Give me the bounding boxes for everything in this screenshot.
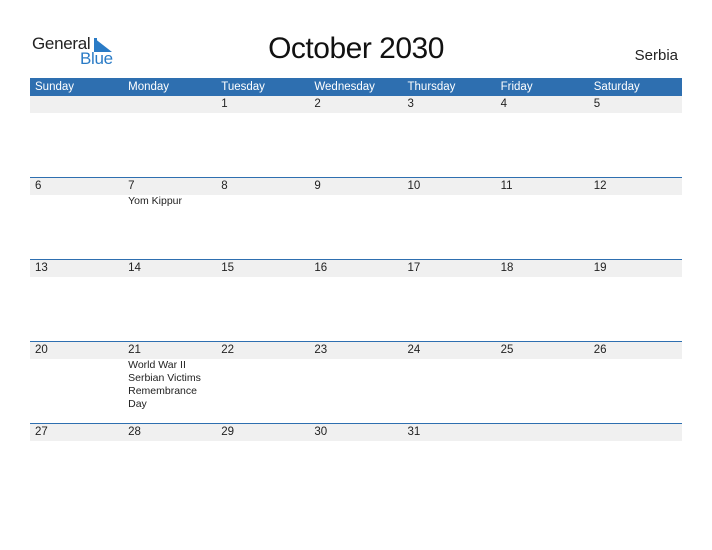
- week-cells: 27 28 29 30 31: [30, 424, 682, 441]
- week-row: 20 21 World War II Serbian Victims Remembran…: [30, 341, 682, 423]
- weeks-container: 1 2 3 4 5 6 7 Yom Kippur 8 9 10 11 12 13 14 15 16 17 18 19 2…: [30, 96, 682, 505]
- country-label: Serbia: [634, 47, 678, 64]
- day-cell: 13: [30, 260, 123, 277]
- holiday-label: Serbian Victims: [128, 372, 201, 384]
- day-cell: 12: [589, 178, 682, 208]
- day-number: 28: [128, 426, 141, 438]
- day-cell: 14: [123, 260, 216, 277]
- day-number: [594, 424, 682, 441]
- day-cell: 1: [216, 96, 309, 113]
- day-cell: 28: [123, 424, 216, 441]
- day-number: [128, 96, 216, 113]
- weekday-saturday: Saturday: [593, 81, 640, 93]
- week-cells: 1 2 3 4 5: [30, 96, 682, 113]
- day-number: 6: [35, 180, 42, 192]
- day-cell: 24: [403, 342, 496, 411]
- day-cell: [589, 424, 682, 441]
- day-number: [501, 424, 589, 441]
- holiday-label: Remembrance Day: [128, 385, 197, 410]
- day-cell: 4: [496, 96, 589, 113]
- day-number: 30: [314, 426, 328, 438]
- day-number: 26: [593, 344, 607, 356]
- weekday-header-row: Sunday Monday Tuesday Wednesday Thursday…: [30, 78, 682, 96]
- holiday-label: World War II: [128, 359, 186, 371]
- day-cell: 30: [309, 424, 402, 441]
- day-cell: 29: [216, 424, 309, 441]
- day-number: 5: [593, 98, 601, 110]
- day-number: 10: [407, 180, 421, 192]
- day-cell: 25: [496, 342, 589, 411]
- day-cell: 22: [216, 342, 309, 411]
- day-cell: 17: [403, 260, 496, 277]
- week-row: 27 28 29 30 31: [30, 423, 682, 505]
- day-cell: 9: [309, 178, 402, 208]
- day-cell: 31: [403, 424, 496, 441]
- day-number: 20: [35, 344, 48, 356]
- week-row: 6 7 Yom Kippur 8 9 10 11 12: [30, 177, 682, 259]
- week-cells: 13 14 15 16 17 18 19: [30, 260, 682, 277]
- weekday-thursday: Thursday: [407, 81, 456, 93]
- day-cell: 2: [309, 96, 402, 113]
- day-cell: 5: [589, 96, 682, 113]
- weekday-wednesday: Wednesday: [314, 81, 375, 93]
- day-number: 8: [221, 180, 228, 192]
- day-number: 1: [221, 98, 228, 110]
- day-number: 21: [128, 344, 141, 356]
- day-number: 9: [314, 180, 321, 192]
- day-number: 24: [407, 344, 421, 356]
- calendar-grid: Sunday Monday Tuesday Wednesday Thursday…: [30, 78, 682, 505]
- weekday-tuesday: Tuesday: [221, 81, 265, 93]
- day-number: 15: [221, 262, 235, 274]
- day-number: 31: [407, 426, 421, 438]
- day-cell: 10: [403, 178, 496, 208]
- day-number: 14: [128, 262, 141, 274]
- day-number: 4: [500, 98, 508, 110]
- day-cell: 6: [30, 178, 123, 208]
- week-row: 1 2 3 4 5: [30, 96, 682, 177]
- day-number: 19: [593, 262, 607, 274]
- day-cell: 7 Yom Kippur: [123, 178, 216, 208]
- day-number: 13: [35, 262, 48, 274]
- day-cell: 20: [30, 342, 123, 411]
- day-number: [35, 96, 123, 113]
- weekday-sunday: Sunday: [35, 81, 75, 93]
- day-cell: 26: [589, 342, 682, 411]
- day-number: 23: [314, 344, 328, 356]
- week-cells: 6 7 Yom Kippur 8 9 10 11 12: [30, 178, 682, 208]
- day-cell: 16: [309, 260, 402, 277]
- day-cell: 21 World War II Serbian Victims Remembrance…: [123, 342, 216, 411]
- day-cell: 15: [216, 260, 309, 277]
- day-number: 27: [35, 426, 48, 438]
- day-number: 16: [314, 262, 328, 274]
- day-cell: 23: [309, 342, 402, 411]
- day-cell: 27: [30, 424, 123, 441]
- calendar-title: October 2030: [268, 32, 444, 65]
- day-number: 22: [221, 344, 235, 356]
- day-cell: 11: [496, 178, 589, 208]
- weekday-monday: Monday: [128, 81, 170, 93]
- day-cell: 18: [496, 260, 589, 277]
- holiday-label: Yom Kippur: [128, 195, 183, 207]
- weekday-friday: Friday: [500, 81, 533, 93]
- day-number: 2: [314, 98, 321, 110]
- day-number: 7: [128, 180, 135, 192]
- day-number: 25: [500, 344, 514, 356]
- day-cell: [30, 96, 123, 113]
- day-number: 12: [593, 180, 607, 192]
- day-cell: 8: [216, 178, 309, 208]
- week-row: 13 14 15 16 17 18 19: [30, 259, 682, 341]
- day-number: 17: [407, 262, 421, 274]
- day-cell: 19: [589, 260, 682, 277]
- day-cell: [123, 96, 216, 113]
- day-number: 3: [407, 98, 414, 110]
- day-cell: 3: [403, 96, 496, 113]
- week-cells: 20 21 World War II Serbian Victims Remembran…: [30, 342, 682, 411]
- day-number: 18: [500, 262, 514, 274]
- day-number: 29: [221, 426, 235, 438]
- day-number: 11: [500, 180, 513, 192]
- day-cell: [496, 424, 589, 441]
